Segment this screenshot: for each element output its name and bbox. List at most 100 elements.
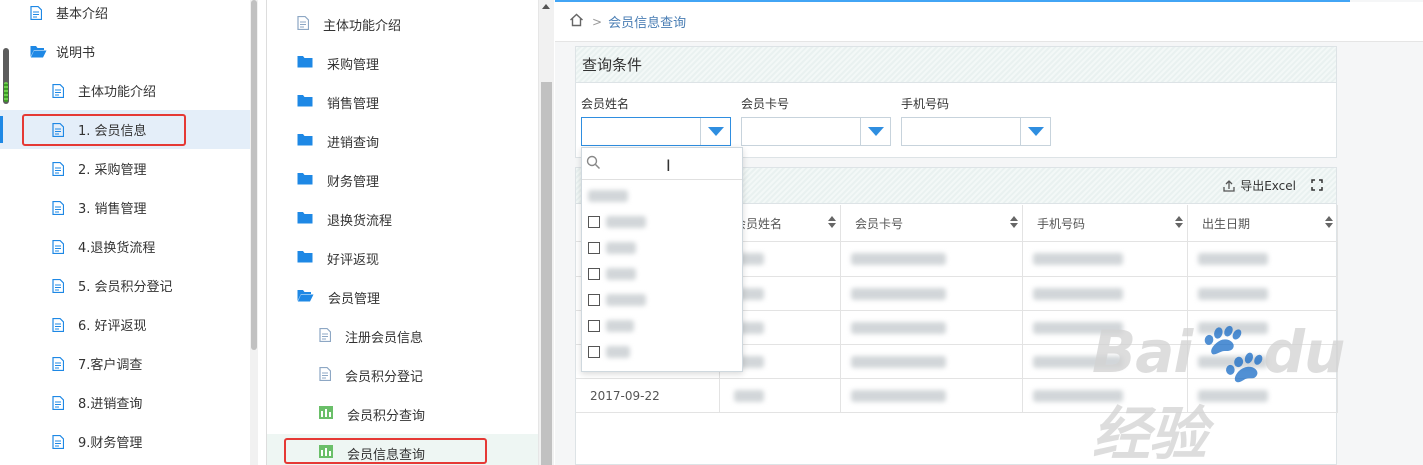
nav-item[interactable]: 注册会员信息 xyxy=(267,317,539,356)
chevron-down-icon[interactable] xyxy=(1020,118,1050,145)
document-icon xyxy=(52,278,65,293)
nav-item[interactable]: 财务管理 xyxy=(267,161,539,200)
help-scrollbar-thumb[interactable] xyxy=(251,0,257,350)
document-icon xyxy=(52,161,65,176)
nav-item[interactable]: 主体功能介绍 xyxy=(267,5,539,44)
redacted-value xyxy=(851,322,946,334)
chevron-down-icon[interactable] xyxy=(700,118,730,145)
nav-item-label: 进销查询 xyxy=(327,136,380,151)
redacted-option-label xyxy=(606,346,630,358)
dropdown-search-input[interactable]: I xyxy=(582,148,742,180)
nav-item-label: 会员信息查询 xyxy=(347,448,426,463)
sort-icon[interactable] xyxy=(1175,216,1183,228)
help-item[interactable]: 2. 采购管理 xyxy=(0,149,250,188)
table-cell xyxy=(841,379,1023,413)
folder-open-icon xyxy=(30,45,47,59)
sort-icon[interactable] xyxy=(1010,216,1018,228)
redacted-option-label xyxy=(588,190,628,202)
help-item[interactable]: 说明书 xyxy=(0,32,250,71)
dropdown-option[interactable] xyxy=(588,238,738,258)
dropdown-option[interactable] xyxy=(588,186,738,206)
nav-scrollbar-track[interactable] xyxy=(538,0,554,465)
redacted-option-label xyxy=(606,242,636,254)
table-header-cell[interactable]: 手机号码 xyxy=(1023,205,1188,242)
nav-item[interactable]: 退换货流程 xyxy=(267,200,539,239)
help-item[interactable]: 主体功能介绍 xyxy=(0,71,250,110)
nav-item[interactable]: 会员积分查询 xyxy=(267,395,539,434)
sort-icon[interactable] xyxy=(1325,216,1333,228)
help-item[interactable]: 6. 好评返现 xyxy=(0,305,250,344)
table-cell xyxy=(841,311,1023,345)
help-item[interactable]: 基本介绍 xyxy=(0,0,250,32)
scroll-up-arrow-icon[interactable] xyxy=(542,4,550,9)
help-item[interactable]: 4.退换货流程 xyxy=(0,227,250,266)
table-cell xyxy=(841,277,1023,311)
home-icon[interactable] xyxy=(569,13,584,31)
checkbox[interactable] xyxy=(588,242,600,254)
folder-icon xyxy=(297,211,313,228)
document-icon xyxy=(319,366,332,385)
sort-icon[interactable] xyxy=(828,216,836,228)
help-item-label: 基本介绍 xyxy=(56,7,109,22)
checkbox[interactable] xyxy=(588,216,600,228)
baidu-watermark: Bai🐾du经验 jingyan.baidu.com xyxy=(1092,318,1372,465)
help-item[interactable]: 7.客户调查 xyxy=(0,344,250,383)
dropdown-option[interactable] xyxy=(588,290,738,310)
nav-item[interactable]: 会员管理 xyxy=(267,278,539,317)
text-cursor-icon: I xyxy=(666,156,671,175)
nav-item[interactable]: 会员积分登记 xyxy=(267,356,539,395)
nav-panel: 主体功能介绍采购管理销售管理进销查询财务管理 退换货流程 好评返现 会员管理 注册会员信… xyxy=(266,0,554,465)
nav-item[interactable]: 销售管理 xyxy=(267,83,539,122)
folder-icon xyxy=(297,55,313,72)
search-icon xyxy=(586,155,601,170)
nav-scrollbar-thumb[interactable] xyxy=(541,82,552,465)
member-card-combo[interactable] xyxy=(741,117,891,146)
redacted-value xyxy=(851,253,946,265)
dropdown-option[interactable] xyxy=(588,316,738,336)
phone-combo[interactable] xyxy=(901,117,1051,146)
fullscreen-icon[interactable] xyxy=(1311,179,1323,195)
folder-icon xyxy=(297,94,313,111)
nav-item[interactable]: 好评返现 xyxy=(267,239,539,278)
checkbox[interactable] xyxy=(588,268,600,280)
document-icon xyxy=(52,395,65,410)
help-item[interactable]: 3. 销售管理 xyxy=(0,188,250,227)
help-item-label: 2. 采购管理 xyxy=(78,163,147,178)
table-header-cell[interactable]: 出生日期 xyxy=(1188,205,1338,242)
mini-scroll-indicator[interactable] xyxy=(3,48,9,104)
table-cell-date: 2017-09-22 xyxy=(590,388,660,403)
checkbox[interactable] xyxy=(588,320,600,332)
member-name-combo[interactable] xyxy=(581,117,731,146)
help-item[interactable]: 8.进销查询 xyxy=(0,383,250,422)
export-icon xyxy=(1223,179,1235,192)
redacted-value xyxy=(851,356,946,368)
table-cell: 2017-09-22 xyxy=(576,379,720,413)
phone-label: 手机号码 xyxy=(901,97,950,111)
checkbox[interactable] xyxy=(588,346,600,358)
table-header-cell[interactable]: 会员卡号 xyxy=(841,205,1023,242)
member-name-label: 会员姓名 xyxy=(581,97,630,111)
chevron-down-icon[interactable] xyxy=(860,118,890,145)
table-header-label: 出生日期 xyxy=(1202,216,1251,231)
help-item[interactable]: 9.财务管理 xyxy=(0,422,250,461)
help-item-label: 7.客户调查 xyxy=(78,358,143,373)
nav-item-label: 采购管理 xyxy=(327,58,380,73)
help-item[interactable]: 1. 会员信息 xyxy=(0,110,250,149)
help-item[interactable]: 5. 会员积分登记 xyxy=(0,266,250,305)
nav-item[interactable]: 会员信息查询 xyxy=(267,434,539,465)
redacted-value xyxy=(734,390,764,402)
dropdown-option[interactable] xyxy=(588,342,738,362)
table-cell xyxy=(1188,242,1338,277)
nav-item[interactable]: 进销查询 xyxy=(267,122,539,161)
nav-item[interactable]: 采购管理 xyxy=(267,44,539,83)
redacted-value xyxy=(1198,288,1268,300)
breadcrumb-current[interactable]: 会员信息查询 xyxy=(608,12,686,31)
document-icon xyxy=(30,5,43,20)
redacted-value xyxy=(851,288,946,300)
checkbox[interactable] xyxy=(588,294,600,306)
help-item-label: 6. 好评返现 xyxy=(78,319,147,334)
dropdown-option[interactable] xyxy=(588,212,738,232)
export-excel-button[interactable]: 导出Excel xyxy=(1222,177,1296,194)
nav-item-label: 会员积分登记 xyxy=(345,370,424,385)
dropdown-option[interactable] xyxy=(588,264,738,284)
